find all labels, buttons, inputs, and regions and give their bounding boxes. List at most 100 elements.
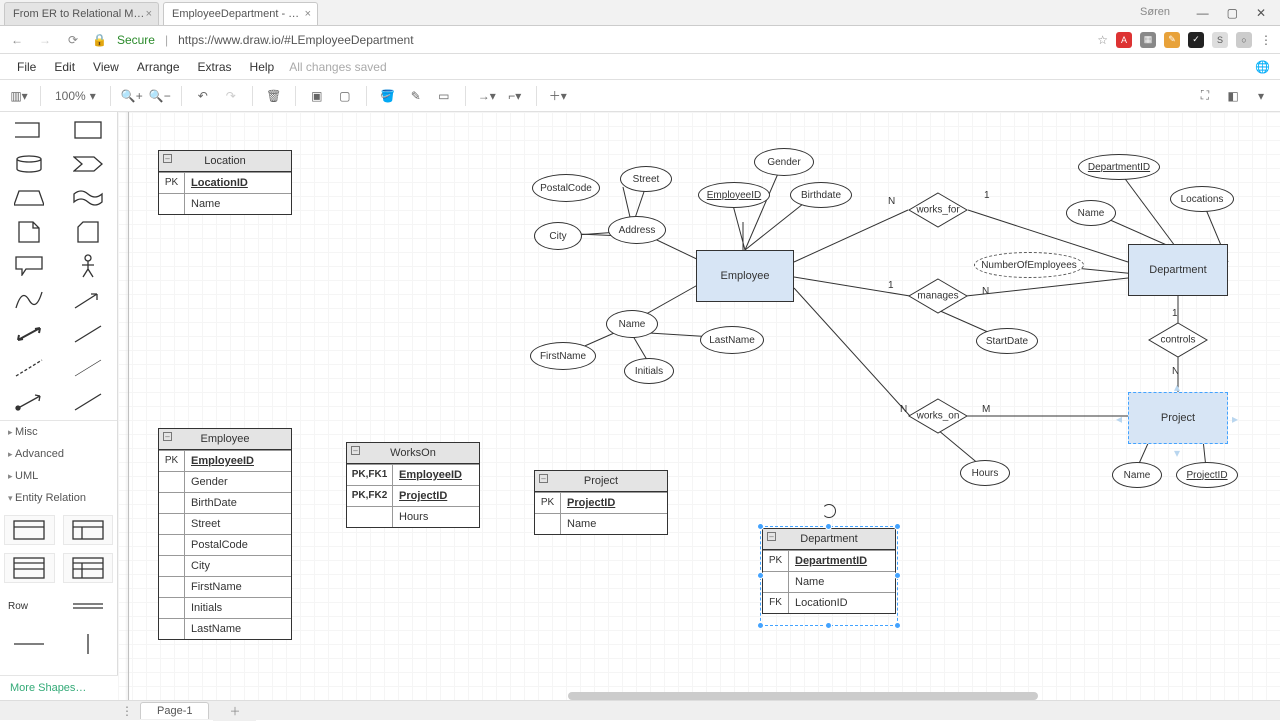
menu-extras[interactable]: Extras	[189, 60, 241, 74]
shape-page[interactable]	[4, 220, 55, 244]
er-shape-3[interactable]	[4, 553, 55, 583]
er-row-label[interactable]: Row	[4, 591, 55, 621]
attr-project-name[interactable]: Name	[1112, 462, 1162, 488]
browser-tab-1[interactable]: From ER to Relational M…×	[4, 2, 159, 25]
shape-rect[interactable]	[63, 118, 114, 142]
shape-halfrect[interactable]	[4, 118, 55, 142]
er-shape-vr[interactable]	[63, 629, 114, 659]
ext-abp-icon[interactable]: A	[1116, 32, 1132, 48]
attr-street[interactable]: Street	[620, 166, 672, 192]
shape-dotarrow[interactable]	[4, 390, 55, 414]
shape-cylinder[interactable]	[4, 152, 55, 176]
cat-misc[interactable]: Misc	[0, 421, 117, 443]
rotate-handle[interactable]	[822, 504, 836, 518]
shape-actor[interactable]	[63, 254, 114, 278]
attr-initials[interactable]: Initials	[624, 358, 674, 384]
entity-department[interactable]: Department	[1128, 244, 1228, 296]
table-project[interactable]: –Project PKProjectID Name	[534, 470, 668, 535]
shadow-icon[interactable]: ▭	[433, 85, 455, 107]
menu-file[interactable]: File	[8, 60, 45, 74]
minimize-icon[interactable]: —	[1197, 6, 1209, 20]
shape-biarrow[interactable]	[4, 322, 55, 346]
horizontal-scrollbar[interactable]	[568, 692, 1038, 700]
shape-trapezoid[interactable]	[4, 186, 55, 210]
attr-lastname[interactable]: LastName	[700, 326, 764, 354]
attr-projectid[interactable]: ProjectID	[1176, 462, 1238, 488]
cat-entity-relation[interactable]: Entity Relation	[0, 487, 117, 509]
ext-icon[interactable]: ▦	[1140, 32, 1156, 48]
zoom-select[interactable]: 100% ▾	[51, 89, 100, 103]
rel-manages[interactable]: manages	[908, 278, 968, 314]
insert-icon[interactable]: ＋▾	[547, 85, 569, 107]
attr-address[interactable]: Address	[608, 216, 666, 244]
back-icon[interactable]: ←	[8, 33, 26, 47]
more-shapes-link[interactable]: More Shapes…	[0, 675, 118, 700]
line-icon[interactable]: ✎	[405, 85, 427, 107]
er-shape-1[interactable]	[4, 515, 55, 545]
shape-curve[interactable]	[4, 288, 55, 312]
cat-advanced[interactable]: Advanced	[0, 443, 117, 465]
collapse-icon[interactable]: ▾	[1250, 85, 1272, 107]
attr-name[interactable]: Name	[606, 310, 658, 338]
menu-icon[interactable]: ⋮	[1260, 33, 1272, 47]
close-icon[interactable]: ×	[146, 8, 152, 20]
attr-dept-name[interactable]: Name	[1066, 200, 1116, 226]
attr-employeeid[interactable]: EmployeeID	[698, 182, 770, 208]
shape-arrow[interactable]	[63, 288, 114, 312]
shape-dashed[interactable]	[4, 356, 55, 380]
menu-help[interactable]: Help	[241, 60, 284, 74]
attr-hours[interactable]: Hours	[960, 460, 1010, 486]
resize-arrow-icon[interactable]: ▸	[1232, 412, 1238, 426]
attr-firstname[interactable]: FirstName	[530, 342, 596, 370]
delete-icon[interactable]: 🗑	[263, 85, 285, 107]
url-text[interactable]: https://www.draw.io/#LEmployeeDepartment	[178, 33, 413, 47]
language-icon[interactable]: 🌐	[1255, 60, 1270, 74]
shape-tape[interactable]	[63, 186, 114, 210]
attr-gender[interactable]: Gender	[754, 148, 814, 176]
rel-controls[interactable]: controls	[1148, 322, 1208, 358]
connection-icon[interactable]: →▾	[476, 85, 498, 107]
menu-edit[interactable]: Edit	[45, 60, 84, 74]
format-panel-icon[interactable]: ◧	[1222, 85, 1244, 107]
undo-icon[interactable]: ↶	[192, 85, 214, 107]
ext-icon[interactable]: ✎	[1164, 32, 1180, 48]
er-shape-hr[interactable]	[4, 629, 55, 659]
shape-card[interactable]	[63, 220, 114, 244]
reload-icon[interactable]: ⟳	[64, 33, 82, 47]
close-icon[interactable]: ✕	[1256, 6, 1266, 20]
to-back-icon[interactable]: ▢	[334, 85, 356, 107]
er-shape-2[interactable]	[63, 515, 114, 545]
to-front-icon[interactable]: ▣	[306, 85, 328, 107]
attr-startdate[interactable]: StartDate	[976, 328, 1038, 354]
zoom-in-icon[interactable]: 🔍+	[121, 85, 143, 107]
er-shape-row[interactable]	[63, 591, 114, 621]
attr-number-of-employees[interactable]: NumberOfEmployees	[974, 252, 1084, 278]
page-tab-1[interactable]: Page-1	[140, 702, 209, 719]
shape-step[interactable]	[63, 152, 114, 176]
browser-tab-2[interactable]: EmployeeDepartment - …×	[163, 2, 318, 25]
zoom-out-icon[interactable]: 🔍−	[149, 85, 171, 107]
attr-locations[interactable]: Locations	[1170, 186, 1234, 212]
attr-birthdate[interactable]: Birthdate	[790, 182, 852, 208]
canvas[interactable]: –Location PKLocationID Name –Employee PK…	[118, 112, 1280, 700]
entity-project[interactable]: Project	[1128, 392, 1228, 444]
shape-line[interactable]	[63, 322, 114, 346]
ext-icon[interactable]: S	[1212, 32, 1228, 48]
shape-callout[interactable]	[4, 254, 55, 278]
add-page-button[interactable]: ＋	[213, 701, 256, 721]
menu-view[interactable]: View	[84, 60, 128, 74]
attr-city[interactable]: City	[534, 222, 582, 250]
fullscreen-icon[interactable]: ⛶	[1194, 85, 1216, 107]
attr-departmentid[interactable]: DepartmentID	[1078, 154, 1160, 180]
resize-arrow-icon[interactable]: ▾	[1174, 446, 1180, 460]
rel-works-on[interactable]: works_on	[908, 398, 968, 434]
maximize-icon[interactable]: ▢	[1227, 6, 1238, 20]
redo-icon[interactable]: ↷	[220, 85, 242, 107]
forward-icon[interactable]: →	[36, 33, 54, 47]
entity-employee[interactable]: Employee	[696, 250, 794, 302]
shape-plainline[interactable]	[63, 390, 114, 414]
ext-icon[interactable]: ✓	[1188, 32, 1204, 48]
table-location[interactable]: –Location PKLocationID Name	[158, 150, 292, 215]
waypoints-icon[interactable]: ⌐▾	[504, 85, 526, 107]
table-employee[interactable]: –Employee PKEmployeeID Gender BirthDate …	[158, 428, 292, 640]
